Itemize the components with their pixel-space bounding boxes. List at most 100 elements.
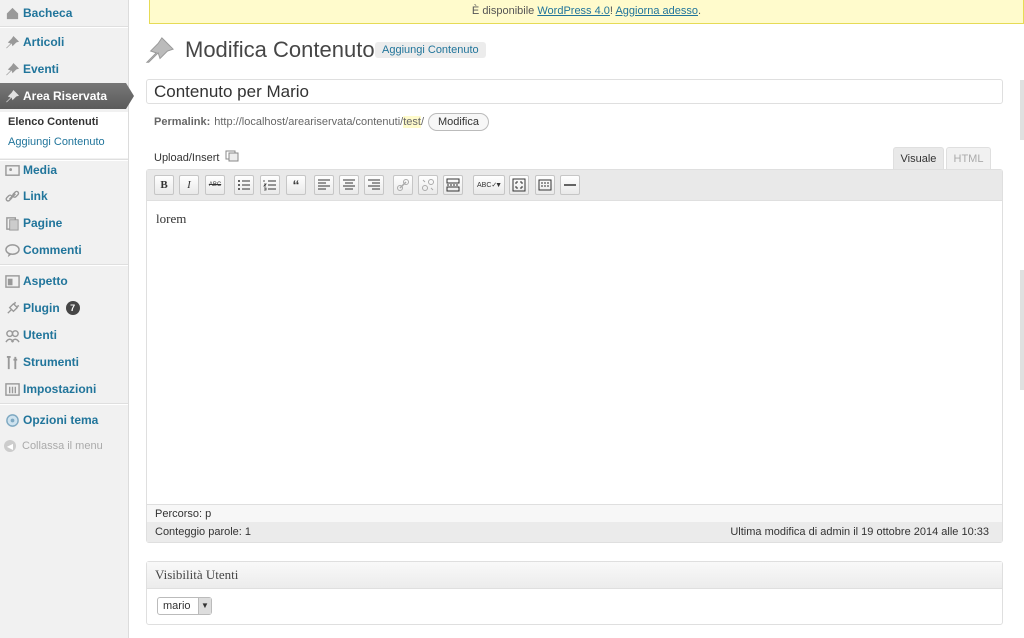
menu-commenti[interactable]: Commenti [0,237,128,263]
upload-insert: Upload/Insert [154,150,239,165]
plugin-icon [4,300,20,316]
update-notice: È disponibile WordPress 4.0! Aggiorna ad… [149,0,1024,24]
user-select[interactable]: mario ▼ [157,597,212,615]
post-title-input[interactable] [146,79,1003,104]
numbered-list-button[interactable] [260,175,280,195]
chevron-down-icon: ▼ [198,598,211,614]
menu-label: Media [23,163,58,177]
metabox-title[interactable]: Visibilità Utenti [147,562,1002,589]
update-now-link[interactable]: Aggiorna adesso [615,5,698,17]
permalink-slug[interactable]: test [403,116,421,128]
editor-status-bar: Conteggio parole: 1 Ultima modifica di a… [147,522,1002,542]
menu-label: Link [23,189,48,203]
collapse-menu-button[interactable]: ◀ Collassa il menu [4,440,103,452]
content-editor: B I ABC “ ABC✓ ▼ lorem Percorso: p Conte… [146,169,1003,543]
strikethrough-button[interactable]: ABC [205,175,225,195]
media-icon [4,162,20,178]
theme-options-icon [4,412,20,428]
chevron-down-icon: ▼ [495,181,502,189]
tab-html[interactable]: HTML [946,147,991,169]
kitchen-sink-icon [538,179,552,191]
pin-icon [145,36,175,69]
submenu-elenco-contenuti[interactable]: Elenco Contenuti [8,116,98,128]
menu-label: Impostazioni [23,382,97,396]
submenu-aggiungi-contenuto[interactable]: Aggiungi Contenuto [8,136,105,148]
wordpress-version-link[interactable]: WordPress 4.0 [537,5,610,17]
comments-icon [4,242,20,258]
fullscreen-button[interactable] [509,175,529,195]
right-edge-strip [1020,270,1024,390]
menu-separator [0,26,128,28]
menu-eventi[interactable]: Eventi [0,56,128,82]
pages-icon [4,215,20,231]
permalink-label: Permalink: [154,116,211,128]
permalink-row: Permalink: http://localhost/areariservat… [154,113,489,131]
notice-text: È disponibile [471,5,538,17]
menu-media[interactable]: Media [0,157,128,183]
upload-insert-label: Upload/Insert [154,151,220,164]
menu-bacheca[interactable]: Bacheca [0,0,128,26]
menu-pagine[interactable]: Pagine [0,210,128,236]
right-edge-strip [1020,80,1024,140]
collapse-arrow-icon: ◀ [4,440,16,452]
permalink-end: / [420,116,424,128]
settings-icon [4,381,20,397]
more-tag-icon [446,178,460,192]
link-icon [4,188,20,204]
menu-utenti[interactable]: Utenti [0,322,128,348]
spellcheck-button[interactable]: ABC✓ ▼ [473,175,505,195]
unlink-button[interactable] [418,175,438,195]
kitchen-sink-button[interactable] [535,175,555,195]
page-title: Modifica Contenuto [185,37,375,62]
menu-aspetto[interactable]: Aspetto [0,268,128,294]
notice-text: . [698,5,702,17]
add-media-icon[interactable] [225,150,239,165]
menu-opzioni-tema[interactable]: Opzioni tema [0,407,128,433]
menu-label: Eventi [23,62,60,76]
add-new-button[interactable]: Aggiungi Contenuto [375,42,486,58]
blockquote-icon: “ [292,177,300,193]
submenu-area-riservata: Elenco Contenuti Aggiungi Contenuto [0,112,128,158]
numbered-list-icon [263,180,276,191]
menu-label: Articoli [23,35,65,49]
insert-link-button[interactable] [393,175,413,195]
bold-button[interactable]: B [154,175,174,195]
fullscreen-icon [512,178,526,192]
blockquote-button[interactable]: “ [286,175,306,195]
align-right-icon [368,179,380,190]
editor-content[interactable]: lorem [156,211,186,227]
align-center-button[interactable] [339,175,359,195]
menu-separator [0,264,128,266]
tab-visual[interactable]: Visuale [893,147,944,169]
menu-label: Area Riservata [23,89,108,103]
menu-label: Aspetto [23,274,68,288]
last-edit-info: Ultima modifica di admin il 19 ottobre 2… [730,526,989,538]
menu-impostazioni[interactable]: Impostazioni [0,376,128,402]
menu-area-riservata[interactable]: Area Riservata [0,83,134,109]
horizontal-rule-button[interactable] [560,175,580,195]
editor-toolbar: B I ABC “ ABC✓ ▼ [147,170,1002,201]
pin-icon [4,34,20,50]
insert-more-button[interactable] [443,175,463,195]
menu-separator [0,403,128,405]
menu-strumenti[interactable]: Strumenti [0,349,128,375]
users-icon [4,327,20,343]
bullet-list-button[interactable] [234,175,254,195]
unlink-icon [422,179,434,191]
menu-articoli[interactable]: Articoli [0,29,128,55]
menu-label: Commenti [23,243,82,257]
menu-label: Utenti [23,328,57,342]
pin-icon [4,61,20,77]
align-left-button[interactable] [314,175,334,195]
align-right-button[interactable] [364,175,384,195]
menu-link[interactable]: Link [0,183,128,209]
bullet-list-icon [238,180,250,190]
menu-label: Bacheca [23,6,73,20]
user-select-value: mario [163,600,191,612]
menu-plugin[interactable]: Plugin 7 [0,295,128,321]
word-count: Conteggio parole: 1 [155,526,252,538]
path-bar: Percorso: p [147,504,1002,522]
pin-icon [4,88,20,104]
edit-slug-button[interactable]: Modifica [428,113,489,131]
italic-button[interactable]: I [179,175,199,195]
